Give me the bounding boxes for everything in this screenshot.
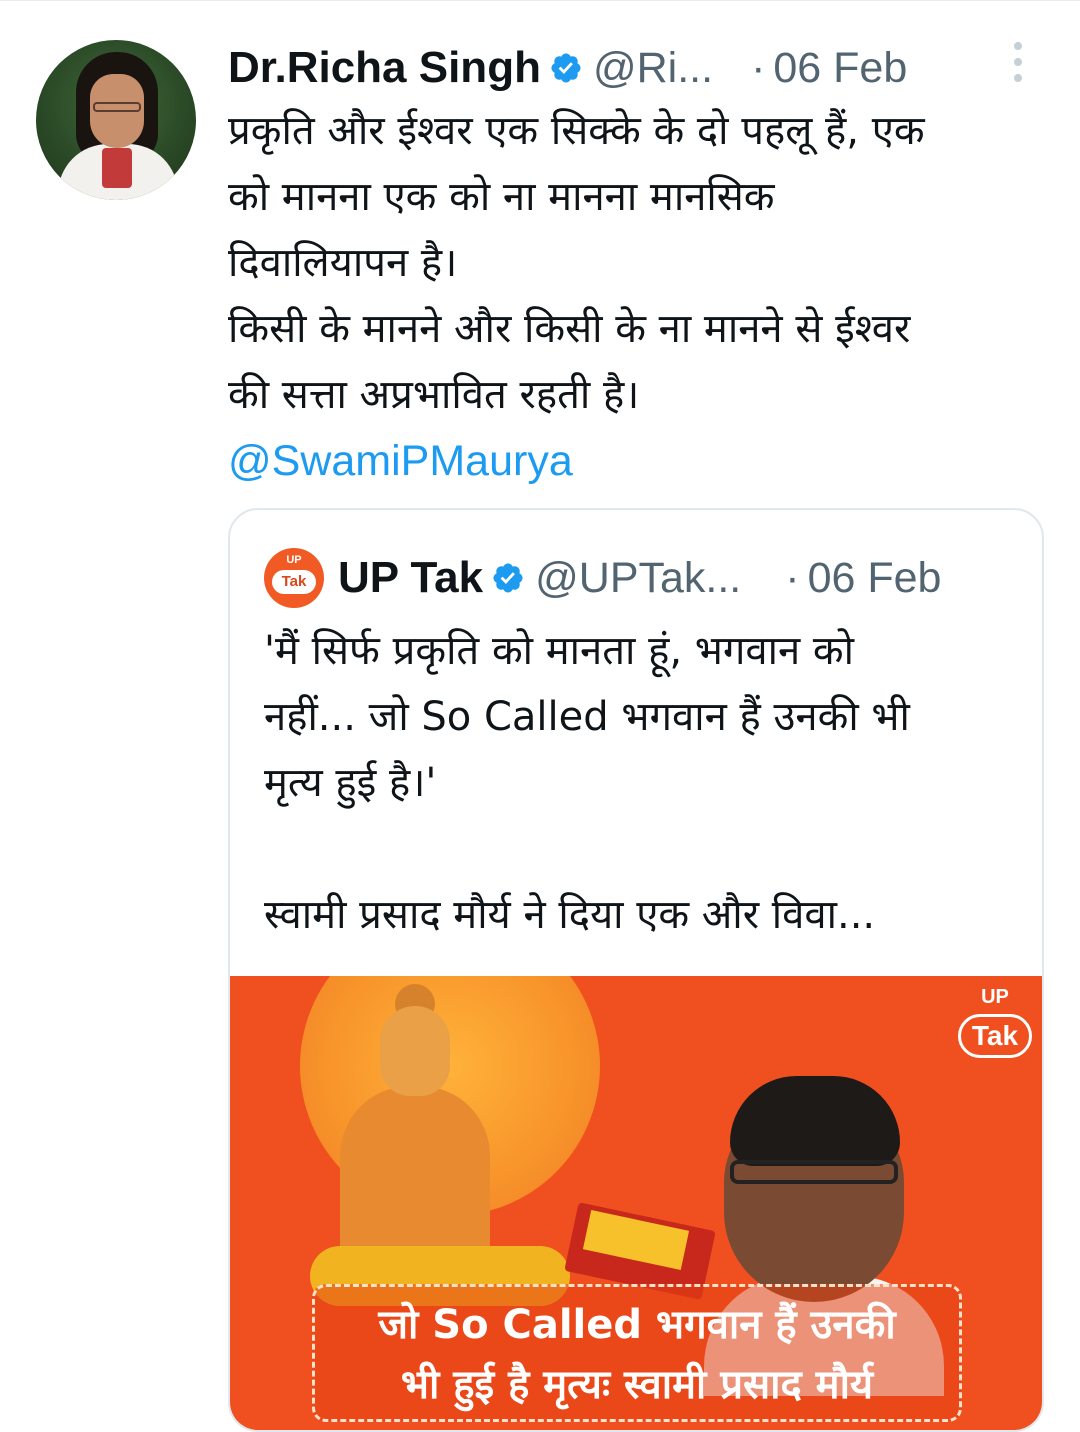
verified-badge-icon bbox=[493, 563, 523, 593]
verified-badge-icon bbox=[551, 53, 581, 83]
tweet-text: प्रकृति और ईश्वर एक सिक्के के दो पहलू है… bbox=[228, 108, 925, 418]
author-handle[interactable]: @Ri... bbox=[593, 44, 713, 93]
quoted-tweet-image[interactable]: UP Tak जो So Called भगवान हैं उनकी भी हु… bbox=[230, 976, 1042, 1430]
separator-dot: · bbox=[751, 43, 766, 92]
quoted-tweet-date[interactable]: 06 Feb bbox=[808, 554, 942, 603]
quoted-author-avatar[interactable]: UP Tak bbox=[264, 548, 324, 608]
author-avatar[interactable] bbox=[36, 40, 196, 200]
mention-link[interactable]: @SwamiPMaurya bbox=[228, 428, 573, 494]
quoted-author-name[interactable]: UP Tak bbox=[338, 553, 483, 603]
image-caption: जो So Called भगवान हैं उनकी भी हुई है मृ… bbox=[378, 1302, 896, 1408]
quoted-tweet-header: UP Tak UP Tak @UPTak... · 06 Feb bbox=[264, 548, 1024, 608]
quoted-logo-tak: Tak bbox=[272, 570, 316, 594]
more-vertical-icon[interactable] bbox=[1006, 40, 1030, 84]
separator-dot: · bbox=[785, 553, 800, 602]
image-brand-logo: UP Tak bbox=[956, 982, 1034, 1062]
quoted-author-handle[interactable]: @UPTak... bbox=[535, 554, 741, 603]
quoted-logo-up: UP bbox=[286, 554, 302, 566]
quoted-tweet-card[interactable]: UP Tak UP Tak @UPTak... · 06 Feb 'मैं सि… bbox=[228, 508, 1044, 1432]
image-logo-up: UP bbox=[981, 986, 1009, 1008]
tweet-header: Dr.Richa Singh @Ri... · 06 Feb bbox=[228, 38, 1048, 98]
author-name[interactable]: Dr.Richa Singh bbox=[228, 43, 541, 93]
quoted-tweet-text: 'मैं सिर्फ प्रकृति को मानता हूं, भगवान क… bbox=[264, 628, 910, 938]
top-divider bbox=[0, 0, 1080, 1]
image-caption-box: जो So Called भगवान हैं उनकी भी हुई है मृ… bbox=[312, 1284, 962, 1422]
tweet-page: Dr.Richa Singh @Ri... · 06 Feb प्रकृति औ… bbox=[0, 0, 1080, 1432]
tweet-date[interactable]: 06 Feb bbox=[773, 44, 907, 93]
image-logo-tak: Tak bbox=[958, 1014, 1032, 1058]
